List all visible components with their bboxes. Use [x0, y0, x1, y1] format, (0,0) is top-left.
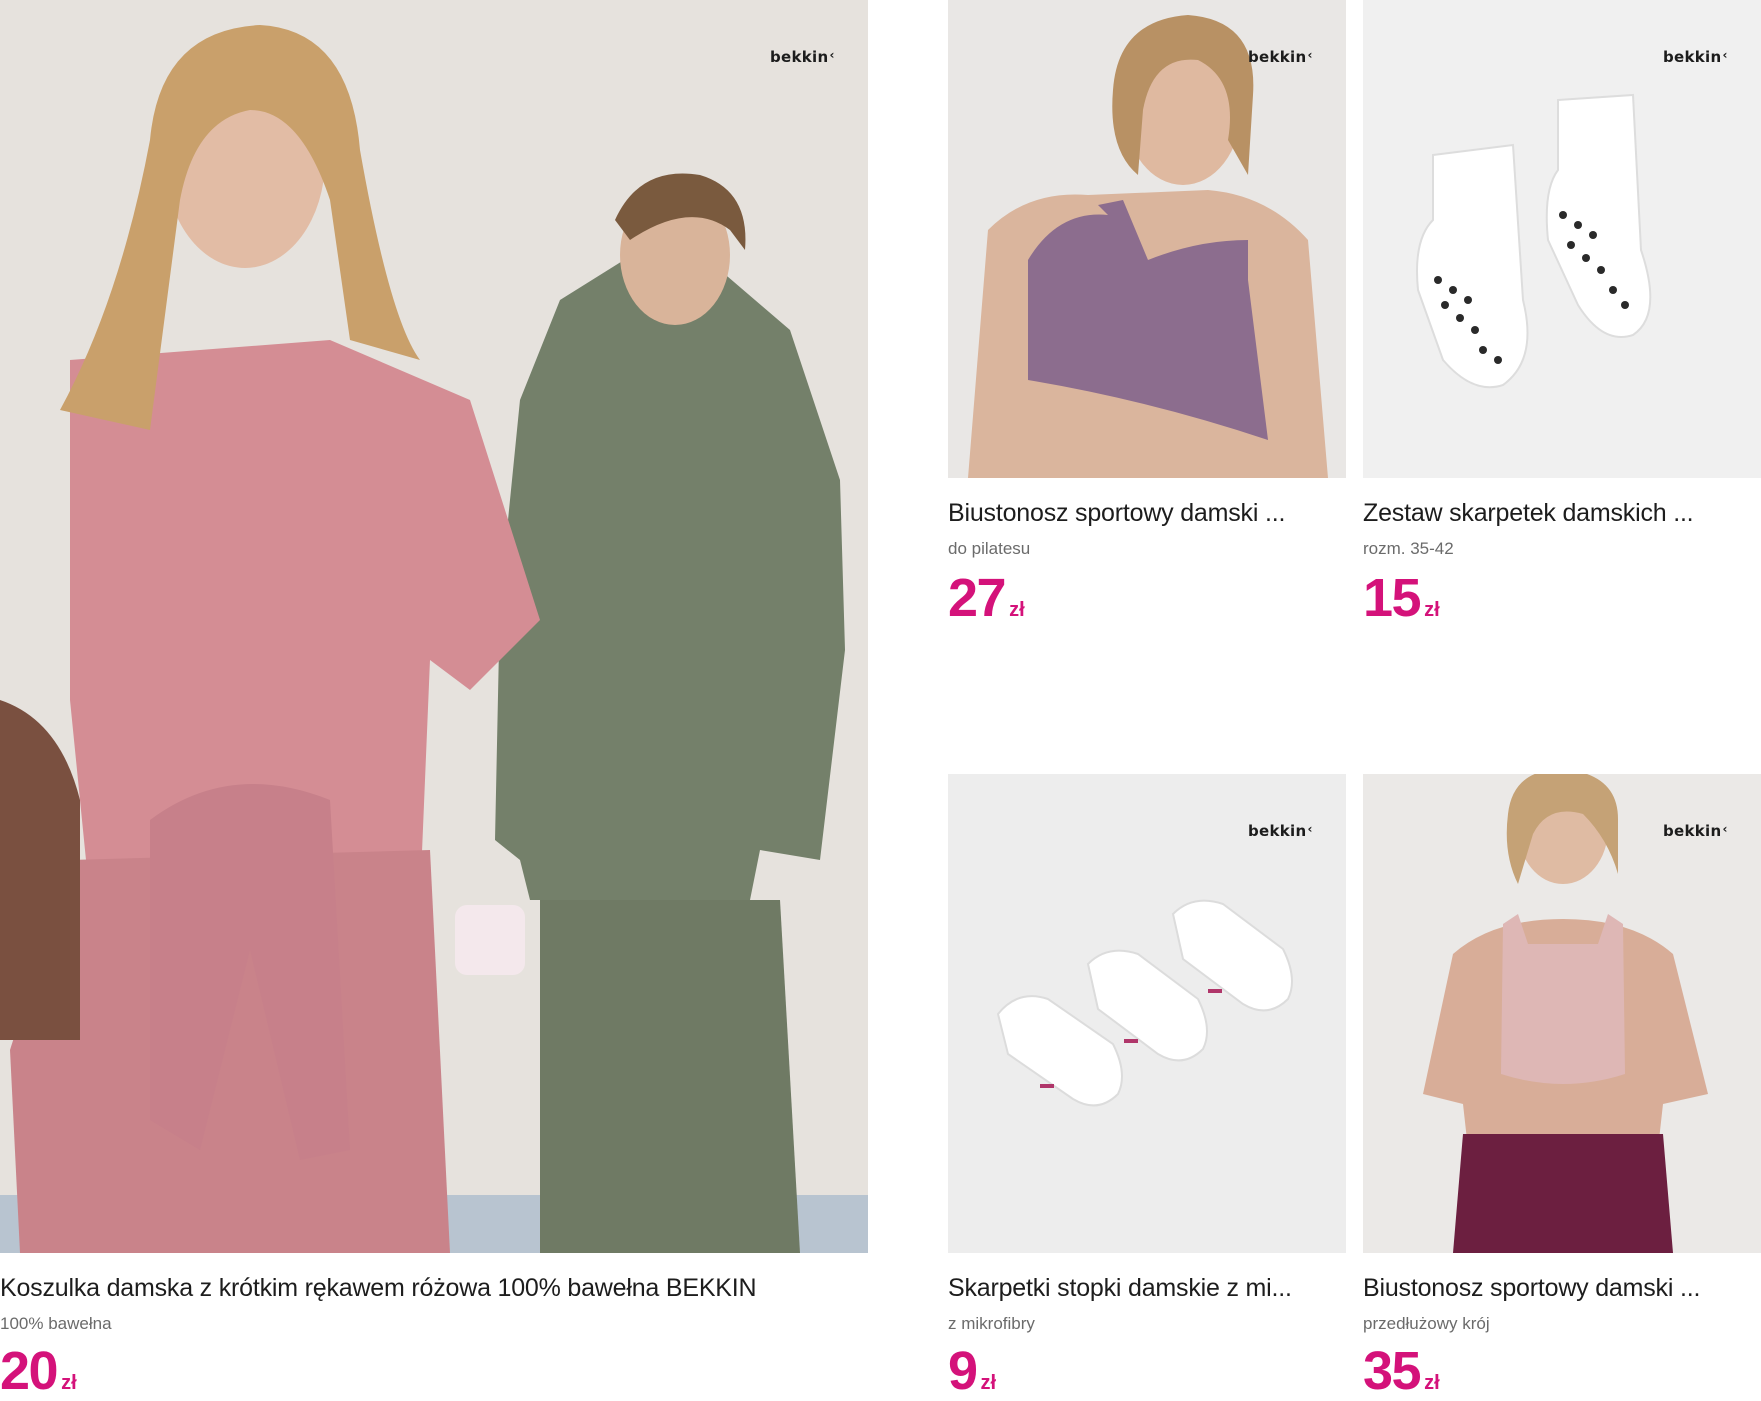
- product-price: 35 zł: [1363, 1340, 1440, 1401]
- product-card-sports-bra-purple[interactable]: bekkin‹ Biustonosz sportowy damski ... d…: [948, 0, 1348, 640]
- price-amount: 20: [0, 1341, 59, 1401]
- product-price: 15 zł: [1363, 567, 1440, 629]
- product-photo: [0, 0, 868, 1253]
- product-photo: [1363, 774, 1761, 1253]
- product-title[interactable]: Biustonosz sportowy damski ...: [948, 499, 1346, 528]
- brand-logo-mark: ‹: [1722, 822, 1728, 836]
- product-price: 27 zł: [948, 567, 1025, 629]
- brand-logo-text: bekkin: [1248, 822, 1307, 840]
- price-currency: zł: [1009, 599, 1025, 621]
- brand-logo-mark: ‹: [1722, 48, 1728, 62]
- product-title[interactable]: Skarpetki stopki damskie z mi...: [948, 1274, 1346, 1303]
- price-amount: 35: [1363, 1341, 1422, 1401]
- product-title[interactable]: Biustonosz sportowy damski ...: [1363, 1274, 1761, 1303]
- price-amount: 9: [948, 1341, 978, 1401]
- product-subtitle: przedłużowy krój: [1363, 1314, 1490, 1333]
- product-price: 9 zł: [948, 1340, 996, 1401]
- brand-logo: bekkin‹: [1248, 822, 1313, 840]
- product-photo: [948, 774, 1346, 1253]
- product-card-sports-bra-pink[interactable]: bekkin‹ Biustonosz sportowy damski ... p…: [1363, 774, 1761, 1401]
- price-currency: zł: [1424, 599, 1440, 621]
- product-subtitle: z mikrofibry: [948, 1314, 1035, 1333]
- brand-logo-mark: ‹: [1307, 822, 1313, 836]
- product-photo: [1363, 0, 1761, 478]
- brand-logo: bekkin‹: [1663, 822, 1728, 840]
- price-currency: zł: [61, 1372, 77, 1394]
- brand-logo-text: bekkin: [770, 48, 829, 66]
- product-title[interactable]: Koszulka damska z krótkim rękawem różowa…: [0, 1274, 868, 1303]
- price-currency: zł: [1424, 1372, 1440, 1394]
- product-card-pink-tshirt[interactable]: bekkin‹ Koszulka damska z krótkim rękawe…: [0, 0, 870, 1401]
- product-image[interactable]: bekkin‹: [1363, 774, 1761, 1253]
- product-photo: [948, 0, 1346, 478]
- brand-logo-text: bekkin: [1663, 48, 1722, 66]
- product-title[interactable]: Zestaw skarpetek damskich ...: [1363, 499, 1761, 528]
- product-subtitle: 100% bawełna: [0, 1314, 112, 1333]
- product-image[interactable]: bekkin‹: [948, 774, 1346, 1253]
- product-price: 20 zł: [0, 1340, 77, 1401]
- product-image[interactable]: bekkin‹: [1363, 0, 1761, 478]
- product-grid: bekkin‹ Koszulka damska z krótkim rękawe…: [0, 0, 1761, 1401]
- brand-logo-text: bekkin: [1663, 822, 1722, 840]
- price-amount: 15: [1363, 568, 1422, 628]
- product-image[interactable]: bekkin‹: [948, 0, 1346, 478]
- brand-logo-mark: ‹: [829, 48, 835, 62]
- product-card-ankle-socks[interactable]: bekkin‹ Skarpetki stopki damskie z mi...…: [948, 774, 1348, 1401]
- brand-logo-text: bekkin: [1248, 48, 1307, 66]
- brand-logo: bekkin‹: [1248, 48, 1313, 66]
- brand-logo: bekkin‹: [1663, 48, 1728, 66]
- product-subtitle: rozm. 35-42: [1363, 539, 1454, 558]
- price-amount: 27: [948, 568, 1007, 628]
- price-currency: zł: [980, 1372, 997, 1394]
- product-card-socks-set[interactable]: bekkin‹ Zestaw skarpetek damskich ... ro…: [1363, 0, 1761, 640]
- product-subtitle: do pilatesu: [948, 539, 1031, 558]
- brand-logo: bekkin‹: [770, 48, 835, 66]
- product-image[interactable]: bekkin‹: [0, 0, 868, 1253]
- brand-logo-mark: ‹: [1307, 48, 1313, 62]
